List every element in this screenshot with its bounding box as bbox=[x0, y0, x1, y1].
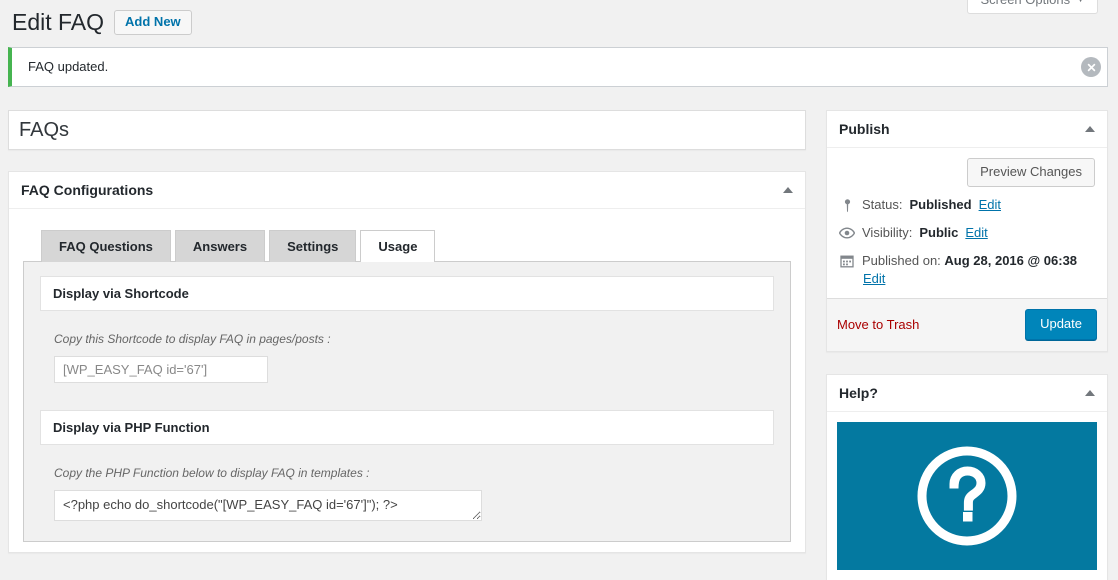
tab-faq-questions[interactable]: FAQ Questions bbox=[41, 230, 171, 262]
screen-options-button[interactable]: Screen Options ▼ bbox=[967, 0, 1098, 14]
published-on-label: Published on: bbox=[862, 253, 941, 268]
wordpress-admin-screen: Screen Options ▼ Edit FAQ Add New FAQ up… bbox=[0, 0, 1118, 580]
php-function-block: Display via PHP Function Copy the PHP Fu… bbox=[40, 410, 774, 521]
publish-panel: Publish Preview Changes Status: Publishe… bbox=[826, 110, 1108, 352]
php-section-title: Display via PHP Function bbox=[40, 410, 774, 445]
preview-changes-button[interactable]: Preview Changes bbox=[967, 158, 1095, 187]
triangle-up-icon[interactable] bbox=[783, 187, 793, 193]
status-label: Status: bbox=[862, 197, 903, 212]
status-row: Status: Published Edit bbox=[837, 189, 1097, 217]
close-icon bbox=[1087, 63, 1095, 71]
published-on-value: Aug 28, 2016 @ 06:38 bbox=[944, 253, 1078, 268]
publish-body: Preview Changes Status: Published Edit V… bbox=[827, 148, 1107, 288]
usage-tab-panel: Display via Shortcode Copy this Shortcod… bbox=[23, 261, 791, 542]
post-title-box[interactable]: FAQs bbox=[8, 110, 806, 150]
update-button[interactable]: Update bbox=[1025, 309, 1097, 340]
shortcode-input[interactable] bbox=[54, 356, 268, 383]
publish-title: Publish bbox=[839, 121, 890, 137]
configuration-tabs: FAQ Questions Answers Settings Usage bbox=[41, 229, 793, 262]
screen-options-label: Screen Options bbox=[980, 0, 1070, 13]
sidebar-column: Publish Preview Changes Status: Publishe… bbox=[826, 110, 1108, 580]
faq-configurations-panel: FAQ Configurations FAQ Questions Answers… bbox=[8, 171, 806, 553]
publish-header: Publish bbox=[827, 111, 1107, 148]
triangle-up-icon[interactable] bbox=[1085, 390, 1095, 396]
question-mark-circle-icon bbox=[917, 446, 1017, 546]
calendar-icon bbox=[839, 252, 855, 270]
faq-configurations-header: FAQ Configurations bbox=[9, 172, 805, 209]
published-on-edit-link[interactable]: Edit bbox=[863, 271, 885, 286]
php-description: Copy the PHP Function below to display F… bbox=[54, 466, 370, 480]
tab-answers[interactable]: Answers bbox=[174, 230, 266, 262]
shortcode-section-title: Display via Shortcode bbox=[40, 276, 774, 311]
visibility-label: Visibility: bbox=[862, 225, 913, 240]
add-new-button[interactable]: Add New bbox=[114, 10, 192, 35]
preview-row: Preview Changes bbox=[837, 158, 1097, 189]
help-title: Help? bbox=[839, 385, 878, 401]
status-edit-link[interactable]: Edit bbox=[979, 196, 1001, 214]
chevron-down-icon: ▼ bbox=[1076, 0, 1085, 4]
pin-icon bbox=[839, 196, 855, 214]
help-header: Help? bbox=[827, 375, 1107, 412]
php-function-textarea[interactable]: <?php echo do_shortcode("[WP_EASY_FAQ id… bbox=[54, 490, 482, 521]
shortcode-description: Copy this Shortcode to display FAQ in pa… bbox=[54, 332, 331, 346]
eye-icon bbox=[839, 224, 855, 242]
faq-configurations-title: FAQ Configurations bbox=[21, 182, 154, 198]
published-on-row: Published on: Aug 28, 2016 @ 06:38 Edit bbox=[837, 245, 1097, 288]
notice-message: FAQ updated. bbox=[28, 59, 109, 75]
visibility-row: Visibility: Public Edit bbox=[837, 217, 1097, 245]
main-content-column: FAQs FAQ Configurations FAQ Questions An… bbox=[8, 110, 806, 553]
published-on-text: Published on: Aug 28, 2016 @ 06:38 Edit bbox=[862, 252, 1077, 288]
tab-settings[interactable]: Settings bbox=[269, 230, 357, 262]
status-value: Published bbox=[909, 197, 972, 212]
triangle-up-icon[interactable] bbox=[1085, 126, 1095, 132]
publish-actions: Move to Trash Update bbox=[827, 298, 1107, 351]
notice-dismiss-button[interactable] bbox=[1081, 57, 1101, 77]
updated-notice: FAQ updated. bbox=[8, 47, 1108, 87]
page-title: Edit FAQ bbox=[12, 9, 105, 35]
page-header: Edit FAQ Add New bbox=[12, 8, 192, 37]
move-to-trash-link[interactable]: Move to Trash bbox=[837, 317, 919, 332]
visibility-edit-link[interactable]: Edit bbox=[965, 224, 987, 242]
post-title-value: FAQs bbox=[19, 119, 70, 141]
visibility-value: Public bbox=[919, 225, 959, 240]
faq-configurations-body: FAQ Questions Answers Settings Usage Dis… bbox=[9, 209, 805, 542]
tab-usage[interactable]: Usage bbox=[360, 230, 436, 262]
help-banner[interactable] bbox=[837, 422, 1097, 570]
help-panel: Help? bbox=[826, 374, 1108, 580]
